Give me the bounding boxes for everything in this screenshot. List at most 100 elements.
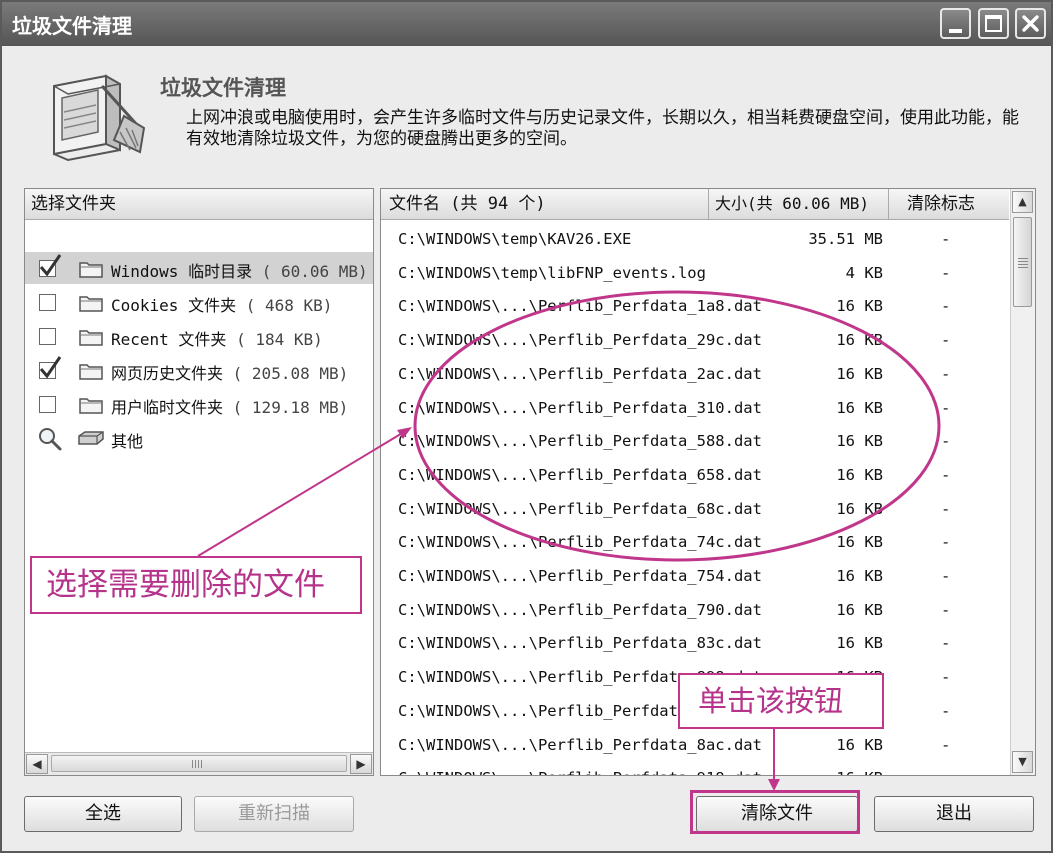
scroll-up-arrow-icon[interactable]: ▲ — [1012, 191, 1033, 213]
checkmark-icon — [39, 356, 62, 379]
vertical-scroll-thumb[interactable] — [1013, 217, 1032, 307]
minimize-button[interactable] — [940, 8, 971, 39]
folder-checkbox[interactable] — [39, 356, 62, 379]
file-row[interactable]: C:\WINDOWS\...\Perflib_Perfdata_68c.dat 1… — [381, 493, 1009, 527]
scroll-down-arrow-icon[interactable]: ▼ — [1012, 751, 1033, 773]
file-size-cell: 16 KB — [836, 465, 883, 484]
file-size-cell: 4 KB — [845, 263, 883, 282]
rescan-button[interactable]: 重新扫描 — [194, 796, 354, 832]
file-size-cell: 16 KB — [836, 297, 883, 316]
file-row[interactable]: C:\WINDOWS\...\Perflib_Perfdata_74c.dat 1… — [381, 526, 1009, 560]
file-row[interactable]: C:\WINDOWS\temp\libFNP_events.log 4 KB - — [381, 257, 1009, 291]
column-header-size[interactable]: 大小(共 60.06 MB) — [709, 189, 889, 219]
clean-flag-cell: - — [941, 230, 951, 248]
close-button[interactable] — [1015, 8, 1046, 39]
clean-flag-cell: - — [941, 263, 951, 282]
callout-select-files: 选择需要删除的文件 — [30, 556, 362, 614]
folder-item-cookies[interactable]: Cookies 文件夹 ( 468 KB) — [25, 286, 373, 318]
file-name-cell: C:\WINDOWS\...\Perflib_Perfdata_754.dat — [398, 567, 762, 585]
file-name-cell: C:\WINDOWS\temp\KAV26.EXE — [398, 230, 632, 248]
clean-flag-cell: - — [941, 499, 951, 518]
folder-checkbox[interactable] — [39, 396, 56, 413]
folder-checkbox[interactable] — [39, 254, 62, 277]
file-name-cell: C:\WINDOWS\temp\libFNP_events.log — [398, 263, 706, 282]
file-name-cell: C:\WINDOWS\...\Perflib_Perfdata_68c.dat — [398, 499, 762, 518]
file-row[interactable]: C:\WINDOWS\...\Perflib_Perfdata_790.dat 1… — [381, 594, 1009, 628]
maximize-icon — [985, 15, 1002, 32]
clean-flag-cell: - — [941, 297, 951, 316]
header-description: 上网冲浪或电脑使用时，会产生许多临时文件与历史记录文件，长期以久，相当耗费硬盘空… — [186, 108, 1019, 149]
column-header-filename[interactable]: 文件名 (共 94 个) — [381, 189, 709, 219]
file-row[interactable]: C:\WINDOWS\...\Perflib_Perfdata_310.dat 1… — [381, 392, 1009, 426]
junk-cleaner-window: 垃圾文件清理 垃圾文件清理 上网冲浪或电脑使用时，会产生许多临时文件与历史记录文… — [0, 0, 1053, 853]
left-horizontal-scrollbar[interactable]: ◀ ▶ — [25, 752, 373, 775]
folder-icon — [79, 296, 103, 312]
file-size-cell: 16 KB — [836, 331, 883, 350]
folder-item-web-history[interactable]: 网页历史文件夹 ( 205.08 MB) — [25, 354, 373, 386]
clean-flag-cell: - — [941, 364, 951, 383]
other-label: 其他 — [111, 432, 144, 451]
file-row[interactable]: C:\WINDOWS\...\Perflib_Perfdata_754.dat 1… — [381, 560, 1009, 594]
close-icon — [1022, 15, 1039, 32]
folder-label: 用户临时文件夹 ( 129.18 MB) — [111, 394, 348, 418]
file-row[interactable]: C:\WINDOWS\...\Perflib_Perfdata_658.dat 1… — [381, 459, 1009, 493]
file-size-cell: 16 KB — [836, 499, 883, 518]
file-row[interactable]: C:\WINDOWS\temp\KAV26.EXE 35.51 MB - — [381, 223, 1009, 257]
magnifier-icon — [39, 428, 62, 451]
folder-panel-header: 选择文件夹 — [25, 189, 373, 220]
file-row[interactable]: C:\WINDOWS\...\Perflib_Perfdata_1a8.dat 1… — [381, 290, 1009, 324]
recycle-computer-broom-icon — [53, 74, 146, 162]
folder-size: ( 205.08 MB) — [232, 364, 349, 383]
file-size-cell: 16 KB — [836, 398, 883, 417]
clean-flag-cell: - — [941, 331, 951, 350]
file-name-cell: C:\WINDOWS\...\Perflib_Perfdata_588.dat — [398, 432, 762, 451]
file-row[interactable]: C:\WINDOWS\...\Perflib_Perfdata_29c.dat 1… — [381, 324, 1009, 358]
file-row[interactable]: C:\WINDOWS\...\Perflib_Perfdata_2ac.dat 1… — [381, 358, 1009, 392]
horizontal-scroll-thumb[interactable] — [51, 755, 347, 772]
maximize-button[interactable] — [978, 8, 1009, 39]
file-name-cell: C:\WINDOWS\...\Perflib_Perfdata_74c.dat — [398, 533, 762, 552]
file-row[interactable]: C:\WINDOWS\...\Perflib_Perfdata_588.dat 1… — [381, 425, 1009, 459]
folder-name: 用户临时文件夹 — [111, 398, 224, 417]
folder-name: Windows 临时目录 — [111, 262, 253, 281]
folder-icon — [79, 262, 103, 278]
file-name-cell: C:\WINDOWS\...\Perflib_Perfdata_2ac.dat — [398, 364, 762, 383]
folder-size: ( 129.18 MB) — [232, 398, 349, 417]
file-name-cell: C:\WINDOWS\...\Perflib_Perfdata_790.dat — [398, 600, 762, 619]
exit-button[interactable]: 退出 — [874, 796, 1034, 832]
clean-flag-cell: - — [941, 668, 951, 687]
folder-item-user-temp[interactable]: 用户临时文件夹 ( 129.18 MB) — [25, 388, 373, 420]
clean-flag-cell: - — [941, 600, 951, 619]
folder-icon — [79, 364, 103, 380]
clean-flag-cell: - — [941, 735, 951, 754]
file-size-cell: 16 KB — [836, 364, 883, 383]
folder-item-windows-temp[interactable]: Windows 临时目录 ( 60.06 MB) — [25, 252, 373, 284]
folder-label: 网页历史文件夹 ( 205.08 MB) — [111, 360, 348, 384]
file-name-cell: C:\WINDOWS\...\Perflib_Perfdata_8ac.dat — [398, 735, 762, 754]
folder-item-other[interactable]: 其他 — [25, 422, 373, 454]
folder-checkbox[interactable] — [39, 328, 56, 345]
folder-select-panel: 选择文件夹 Windows 临时目录 ( 60.06 MB) Cookies 文… — [24, 188, 374, 776]
file-size-cell: 16 KB — [836, 769, 883, 775]
folder-label: Cookies 文件夹 ( 468 KB) — [111, 292, 332, 316]
folder-checkbox[interactable] — [39, 294, 56, 311]
file-list-vertical-scrollbar[interactable]: ▲ ▼ — [1010, 189, 1035, 775]
file-row[interactable]: C:\WINDOWS\...\Perflib_Perfdata_83c.dat 1… — [381, 627, 1009, 661]
file-name-cell: C:\WINDOWS\...\Perflib_Perfdata_83c.dat — [398, 634, 762, 653]
select-all-button[interactable]: 全选 — [24, 796, 182, 832]
folder-icon — [79, 330, 103, 346]
title-bar: 垃圾文件清理 — [2, 2, 1051, 46]
clean-button-highlight — [690, 790, 860, 834]
clean-flag-cell: - — [941, 465, 951, 484]
folder-item-recent[interactable]: Recent 文件夹 ( 184 KB) — [25, 320, 373, 352]
file-row[interactable]: C:\WINDOWS\...\Perflib_Perfdata_918.dat 1… — [381, 762, 1009, 775]
file-row[interactable]: C:\WINDOWS\...\Perflib_Perfdata_8ac.dat 1… — [381, 729, 1009, 763]
column-header-clean-flag[interactable]: 清除标志 — [889, 189, 1009, 219]
header-title: 垃圾文件清理 — [160, 76, 286, 100]
file-size-cell: 16 KB — [836, 634, 883, 653]
file-name-cell: C:\WINDOWS\...\Perflib_Perfdata_29c.dat — [398, 331, 762, 350]
scroll-right-arrow-icon[interactable]: ▶ — [350, 754, 372, 774]
file-size-cell: 16 KB — [836, 567, 883, 585]
window-title: 垃圾文件清理 — [12, 14, 132, 38]
scroll-left-arrow-icon[interactable]: ◀ — [26, 754, 48, 774]
